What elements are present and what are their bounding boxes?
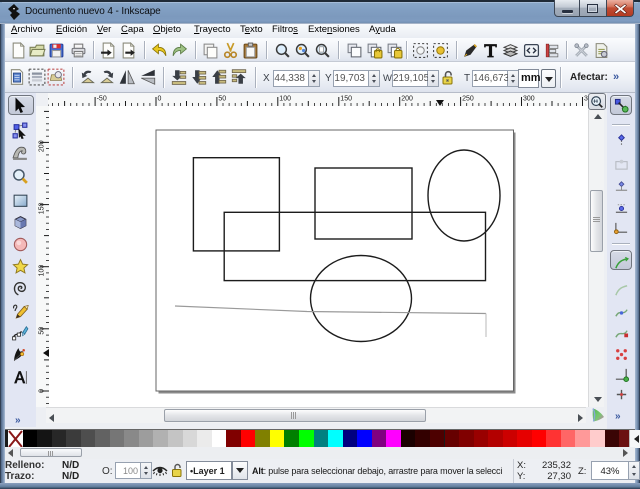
svg-text:200: 200 (39, 140, 46, 152)
svg-text:100: 100 (39, 265, 46, 277)
svg-text:200: 200 (401, 96, 413, 103)
svg-text:100: 100 (279, 96, 291, 103)
svg-text:150: 150 (39, 203, 46, 215)
svg-text:300: 300 (523, 96, 535, 103)
svg-text:0: 0 (158, 96, 162, 103)
svg-text:250: 250 (462, 96, 474, 103)
svg-text:-50: -50 (97, 96, 107, 103)
svg-text:50: 50 (39, 327, 46, 335)
svg-text:0: 0 (39, 389, 46, 393)
svg-text:150: 150 (340, 96, 352, 103)
svg-text:50: 50 (218, 96, 226, 103)
